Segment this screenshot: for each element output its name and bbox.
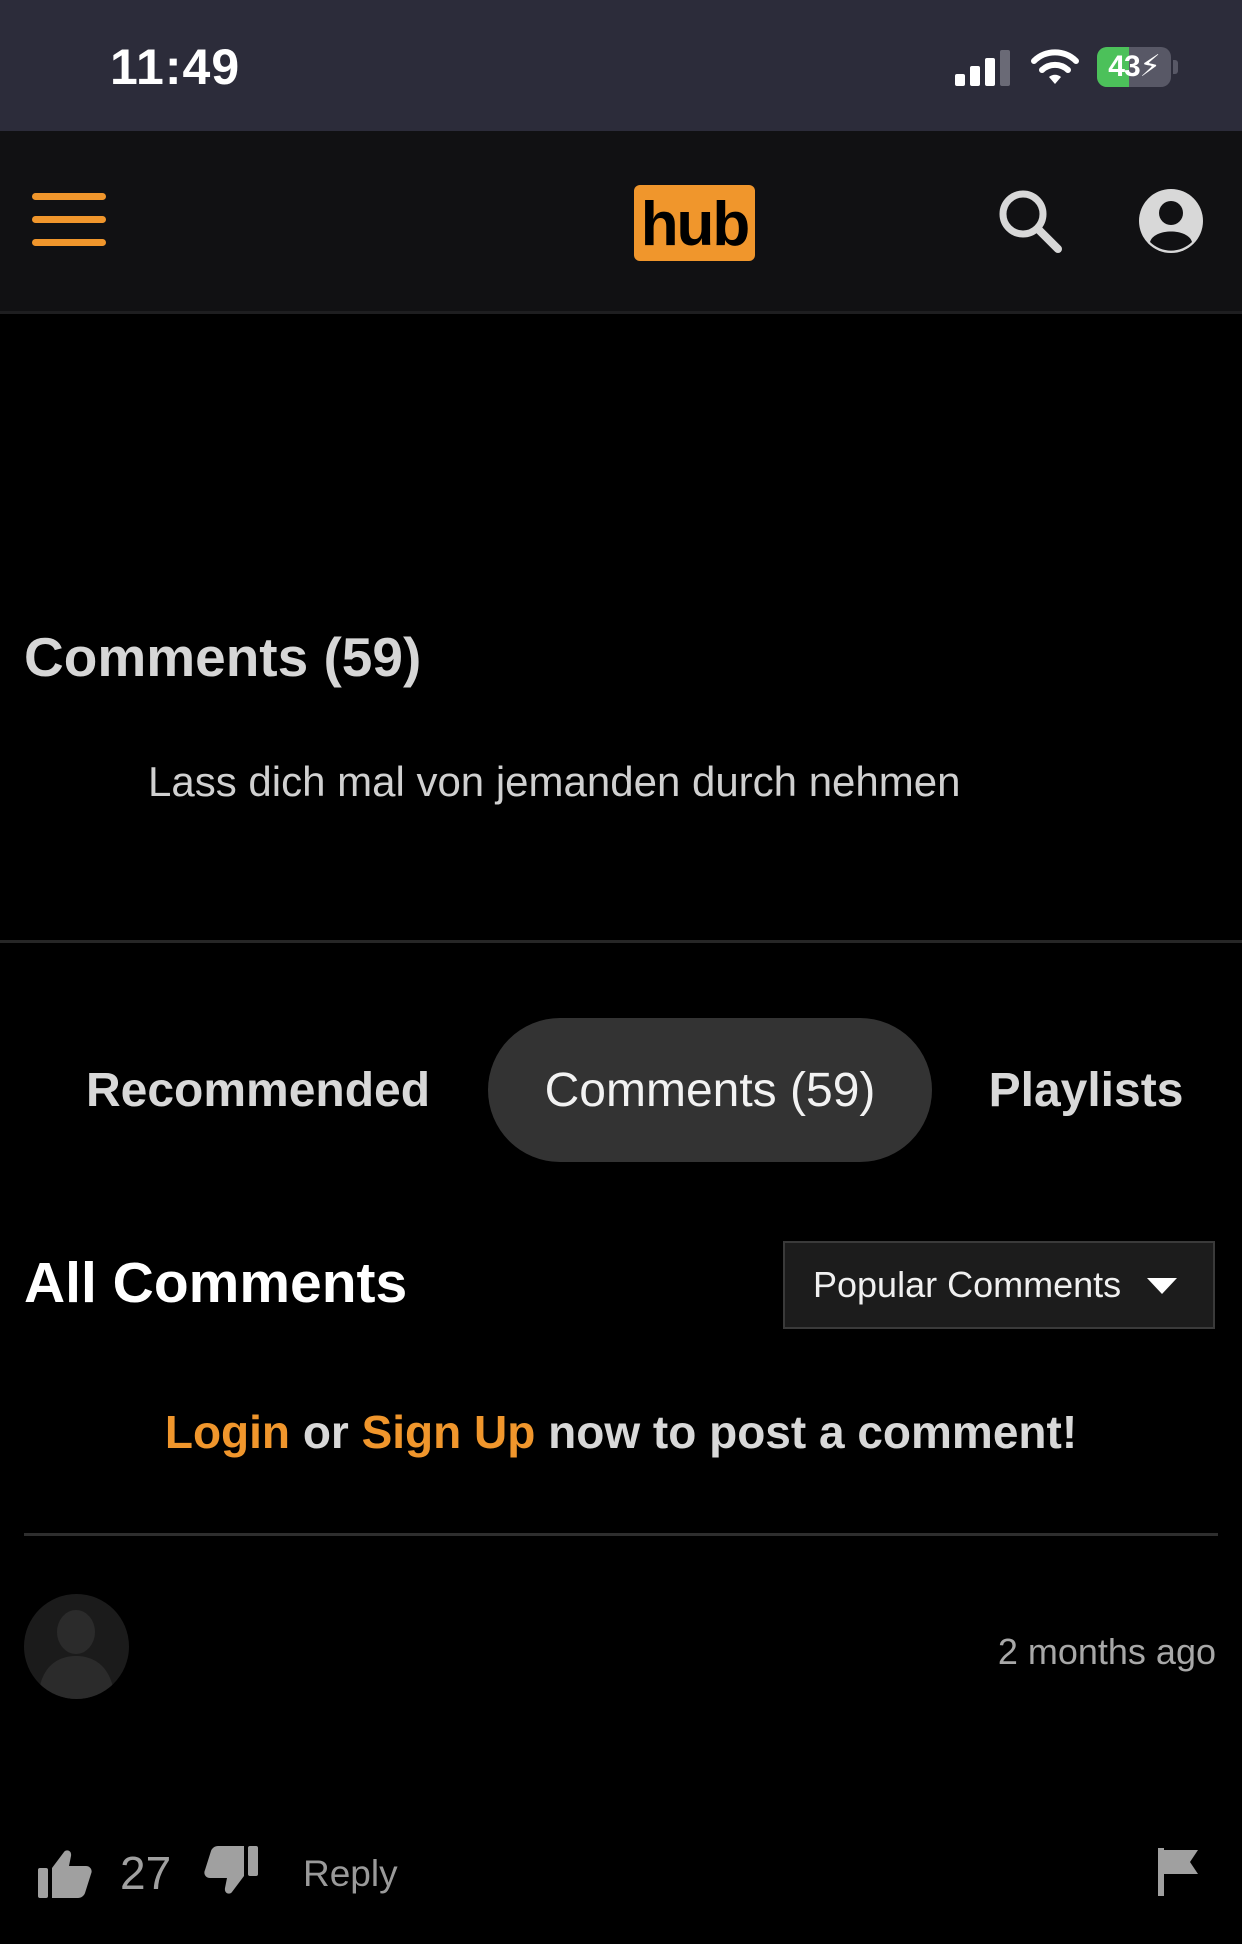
cellular-signal-icon bbox=[955, 50, 1010, 86]
signup-link[interactable]: Sign Up bbox=[362, 1406, 536, 1458]
thumbs-up-icon[interactable] bbox=[38, 1848, 92, 1898]
all-comments-heading: All Comments bbox=[24, 1251, 408, 1315]
account-icon[interactable] bbox=[1138, 188, 1204, 254]
hamburger-menu-icon[interactable] bbox=[32, 193, 106, 247]
avatar[interactable] bbox=[24, 1594, 129, 1699]
description-title: Comments (59) bbox=[24, 626, 422, 688]
reply-button[interactable]: Reply bbox=[303, 1853, 398, 1895]
wifi-icon bbox=[1031, 49, 1079, 84]
charging-bolt-icon: ⚡ bbox=[1139, 50, 1161, 83]
default-avatar-icon bbox=[38, 1610, 115, 1699]
site-logo[interactable]: hub bbox=[634, 185, 755, 261]
section-divider bbox=[0, 940, 1242, 943]
flag-icon[interactable] bbox=[1158, 1848, 1202, 1896]
login-prompt-rest: now to post a comment! bbox=[548, 1406, 1078, 1458]
login-prompt-or: or bbox=[302, 1406, 349, 1458]
thumbs-down-icon[interactable] bbox=[204, 1846, 258, 1896]
battery-body: 43⚡ bbox=[1097, 47, 1171, 87]
caret-down-icon bbox=[1147, 1278, 1177, 1294]
battery-percent: 43⚡ bbox=[1108, 50, 1161, 83]
sort-selected-value: Popular Comments bbox=[813, 1264, 1122, 1305]
comment-sort-select[interactable]: Popular Comments bbox=[783, 1241, 1215, 1329]
search-icon[interactable] bbox=[997, 188, 1063, 254]
battery-nub bbox=[1173, 60, 1178, 74]
tab-comments[interactable]: Comments (59) bbox=[488, 1018, 932, 1162]
battery-indicator: 43⚡ bbox=[1097, 47, 1178, 87]
comments-divider bbox=[24, 1533, 1218, 1536]
like-count: 27 bbox=[120, 1847, 172, 1899]
login-prompt: Login or Sign Up now to post a comment! bbox=[0, 1405, 1242, 1459]
tab-playlists[interactable]: Playlists bbox=[960, 1018, 1212, 1162]
logo-text: hub bbox=[640, 190, 751, 259]
status-time: 11:49 bbox=[110, 39, 241, 95]
comment-timestamp: 2 months ago bbox=[997, 1631, 1216, 1672]
tab-recommended[interactable]: Recommended bbox=[60, 1018, 456, 1162]
description-text: Lass dich mal von jemanden durch nehmen bbox=[148, 758, 961, 805]
login-link[interactable]: Login bbox=[165, 1406, 290, 1458]
